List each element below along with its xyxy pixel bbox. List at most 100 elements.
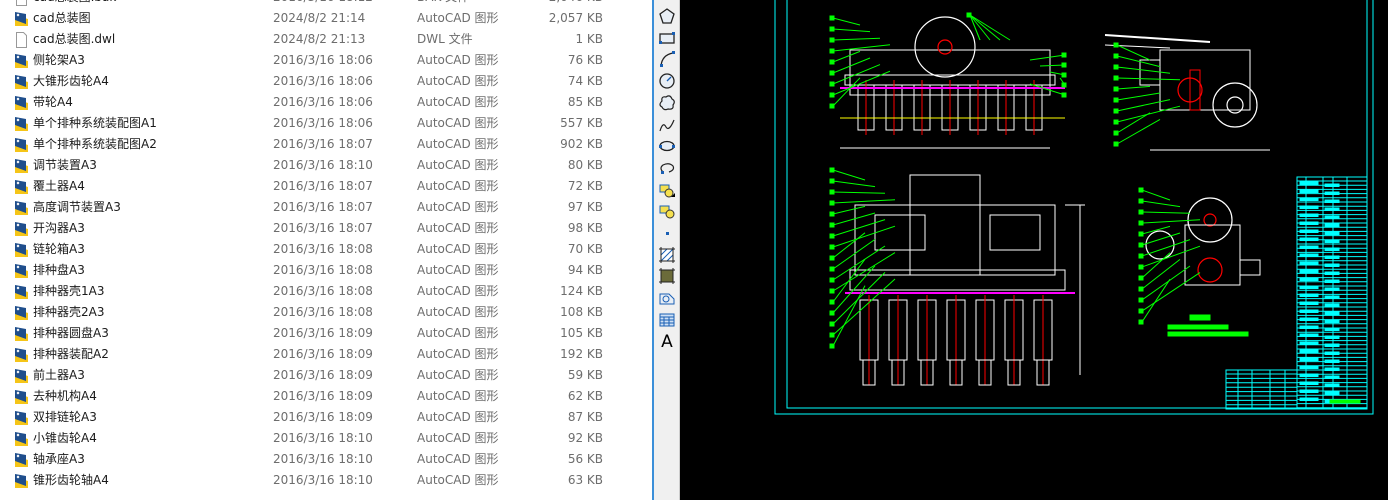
parts-list-text	[1299, 253, 1319, 257]
file-row[interactable]: 双排链轮A3 2016/3/16 18:09 AutoCAD 图形 87 KB	[0, 407, 652, 428]
dwg-icon	[14, 158, 29, 174]
rectangle-tool-icon[interactable]	[657, 28, 677, 48]
file-date: 2016/3/16 18:09	[273, 326, 373, 340]
file-type: AutoCAD 图形	[417, 137, 499, 151]
file-row[interactable]: 高度调节装置A3 2016/3/16 18:07 AutoCAD 图形 97 K…	[0, 197, 652, 218]
parts-list-text	[1299, 389, 1319, 393]
file-name: 排种器壳2A3	[33, 305, 105, 319]
revision-cloud-tool-icon[interactable]	[657, 93, 677, 113]
file-icon	[14, 0, 29, 6]
top-view-box	[989, 214, 1041, 251]
parts-list-text	[1299, 181, 1319, 185]
file-name: 前土器A3	[33, 368, 85, 382]
leader-line	[832, 205, 866, 215]
dwg-icon	[14, 473, 29, 489]
parts-list-text	[1324, 383, 1340, 387]
file-type: AutoCAD 图形	[417, 368, 499, 382]
dwg-icon	[14, 368, 29, 384]
file-row[interactable]: 大锥形齿轮A4 2016/3/16 18:06 AutoCAD 图形 74 KB	[0, 71, 652, 92]
file-name: 开沟器A3	[33, 221, 85, 235]
file-row[interactable]: 排种器装配A2 2016/3/16 18:09 AutoCAD 图形 192 K…	[0, 344, 652, 365]
parts-list-text	[1324, 351, 1340, 355]
file-row[interactable]: 去种机构A4 2016/3/16 18:09 AutoCAD 图形 62 KB	[0, 386, 652, 407]
file-type: AutoCAD 图形	[417, 347, 499, 361]
file-size: 72 KB	[567, 179, 603, 193]
file-row[interactable]: 带轮A4 2016/3/16 18:06 AutoCAD 图形 85 KB	[0, 92, 652, 113]
file-row[interactable]: 开沟器A3 2016/3/16 18:07 AutoCAD 图形 98 KB	[0, 218, 652, 239]
ellipse-tool-icon[interactable]	[657, 136, 677, 156]
dwg-icon	[14, 53, 29, 69]
dwg-icon	[14, 431, 29, 447]
file-row[interactable]: 排种器壳1A3 2016/3/16 18:08 AutoCAD 图形 124 K…	[0, 281, 652, 302]
file-row[interactable]: 侧轮架A3 2016/3/16 18:06 AutoCAD 图形 76 KB	[0, 50, 652, 71]
make-block-tool-icon[interactable]	[657, 201, 677, 221]
file-size: 2,046 KB	[549, 0, 603, 8]
parts-list-text	[1299, 341, 1319, 345]
parts-list-text	[1324, 319, 1340, 323]
parts-list-text	[1299, 365, 1319, 369]
file-row[interactable]: 排种盘A3 2016/3/16 18:08 AutoCAD 图形 94 KB	[0, 260, 652, 281]
file-row[interactable]: 排种器圆盘A3 2016/3/16 18:09 AutoCAD 图形 105 K…	[0, 323, 652, 344]
parts-list-text	[1324, 327, 1340, 331]
file-row[interactable]: 覆土器A4 2016/3/16 18:07 AutoCAD 图形 72 KB	[0, 176, 652, 197]
file-size: 2,057 KB	[548, 11, 603, 25]
multiline-text-tool-icon[interactable]: A	[657, 332, 677, 352]
leader-line	[832, 272, 886, 325]
file-date: 2016/3/16 18:08	[273, 305, 373, 319]
hatch-tool-icon[interactable]	[657, 245, 677, 265]
file-date: 2016/3/16 18:09	[273, 389, 373, 403]
file-type: AutoCAD 图形	[417, 200, 499, 214]
title-block	[1225, 369, 1298, 410]
parts-list-text	[1299, 189, 1319, 193]
file-date: 2016/3/16 18:06	[273, 116, 373, 130]
file-row[interactable]: 单个排种系统装配图A1 2016/3/16 18:06 AutoCAD 图形 5…	[0, 113, 652, 134]
file-row[interactable]: 锥形齿轮轴A4 2016/3/16 18:10 AutoCAD 图形 63 KB	[0, 470, 652, 491]
dwg-icon	[14, 137, 29, 153]
file-row[interactable]: 小锥齿轮A4 2016/3/16 18:10 AutoCAD 图形 92 KB	[0, 428, 652, 449]
file-date: 2016/3/16 18:10	[273, 473, 373, 487]
file-row[interactable]: 轴承座A3 2016/3/16 18:10 AutoCAD 图形 56 KB	[0, 449, 652, 470]
dwg-icon	[14, 347, 29, 363]
parts-list-text	[1299, 269, 1319, 273]
parts-list-text	[1324, 295, 1340, 299]
file-date: 2016/3/16 18:07	[273, 200, 373, 214]
table-tool-icon[interactable]	[657, 310, 677, 330]
front-view-center	[937, 39, 953, 55]
file-type: AutoCAD 图形	[417, 473, 499, 487]
file-size: 62 KB	[567, 389, 603, 403]
parts-list-text	[1299, 325, 1319, 329]
arc-tool-icon[interactable]	[657, 49, 677, 69]
leader-line	[1141, 259, 1181, 290]
file-type: AutoCAD 图形	[417, 158, 499, 172]
polygon-tool-icon[interactable]	[657, 6, 677, 26]
file-type: AutoCAD 图形	[417, 410, 499, 424]
dwg-icon	[14, 263, 29, 279]
insert-block-tool-icon[interactable]	[657, 180, 677, 200]
point-tool-icon[interactable]	[657, 223, 677, 243]
cad-drawing-canvas[interactable]	[680, 0, 1388, 500]
leader-line	[1116, 55, 1161, 68]
circle-tool-icon[interactable]	[657, 71, 677, 91]
file-icon	[14, 32, 29, 48]
file-row[interactable]: cad总装图.dwl 2024/8/2 21:13 DWL 文件 1 KB	[0, 29, 652, 50]
file-row[interactable]: 调节装置A3 2016/3/16 18:10 AutoCAD 图形 80 KB	[0, 155, 652, 176]
file-row[interactable]: 单个排种系统装配图A2 2016/3/16 18:07 AutoCAD 图形 9…	[0, 134, 652, 155]
spline-tool-icon[interactable]	[657, 115, 677, 135]
file-row[interactable]: cad总装图.bak 2016/3/16 18:12 BAK 文件 2,046 …	[0, 0, 652, 8]
file-row[interactable]: 排种器壳2A3 2016/3/16 18:08 AutoCAD 图形 108 K…	[0, 302, 652, 323]
file-date: 2016/3/16 18:07	[273, 179, 373, 193]
file-date: 2016/3/16 18:08	[273, 242, 373, 256]
parts-list-text	[1324, 271, 1340, 275]
ellipse-arc-tool-icon[interactable]	[657, 158, 677, 178]
file-type: AutoCAD 图形	[417, 74, 499, 88]
dwg-icon	[14, 221, 29, 237]
parts-list-text	[1299, 245, 1319, 249]
file-name: cad总装图.dwl	[33, 32, 116, 46]
file-row[interactable]: cad总装图 2024/8/2 21:14 AutoCAD 图形 2,057 K…	[0, 8, 652, 29]
file-type: AutoCAD 图形	[417, 431, 499, 445]
region-tool-icon[interactable]	[657, 288, 677, 308]
parts-list-text	[1324, 207, 1340, 211]
file-row[interactable]: 前土器A3 2016/3/16 18:09 AutoCAD 图形 59 KB	[0, 365, 652, 386]
gradient-tool-icon[interactable]	[657, 266, 677, 286]
file-row[interactable]: 链轮箱A3 2016/3/16 18:08 AutoCAD 图形 70 KB	[0, 239, 652, 260]
